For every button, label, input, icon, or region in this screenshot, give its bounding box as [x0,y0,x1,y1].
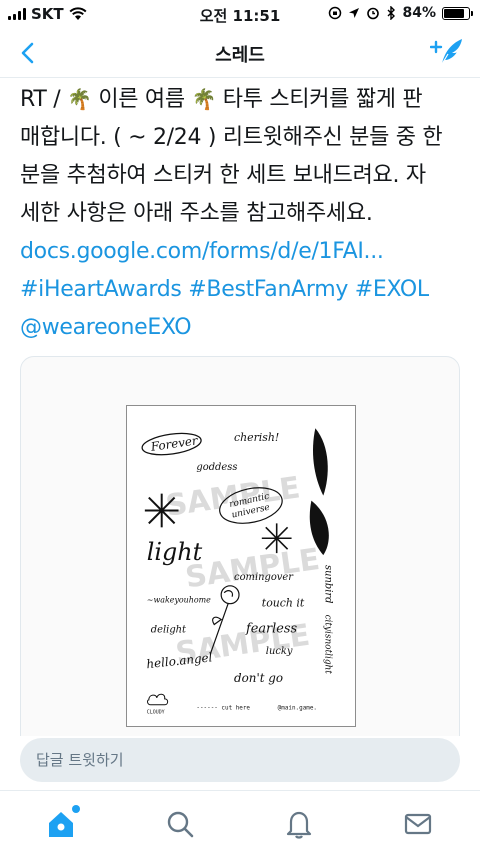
sticker-word: don't go [234,671,283,685]
reply-bar: 답글 트윗하기 [0,736,480,784]
bottom-tab-bar [0,790,480,854]
battery-percent: 84% [402,5,436,21]
watermark-text: SAMPLE [183,542,322,595]
tweet-line: 매합니다. ( ~ 2/24 ) 리트윗해주신 분들 중 한 [20,125,443,150]
starburst-sticker [144,493,179,528]
sticker-word: comingover [234,572,294,583]
tweet-text-segment: 이른 여름 [91,87,192,112]
tweet-line: 분을 추첨하여 스티커 한 세트 보내드려요. 자 [20,163,426,188]
bell-icon [286,811,312,839]
tab-search[interactable] [163,807,197,841]
sticker-word: cherish! [234,431,279,444]
orientation-lock-icon [329,6,342,20]
cut-here-label: ------ cut here [196,705,250,712]
tab-notifications[interactable] [282,807,316,841]
page-title: 스레드 [215,45,265,66]
sticker-word: delight [151,624,186,635]
palm-tree-emoji: 🌴 [67,87,92,111]
tweet-text-segment: RT / [20,87,68,112]
bluetooth-icon [387,6,396,20]
sticker-sheet-drawing: SAMPLE SAMPLE SAMPLE Forever cherish! go… [141,428,333,716]
sticker-word: fearless [245,621,298,636]
tab-messages[interactable] [401,807,435,841]
navigation-bar: 스레드 [0,28,480,78]
search-icon [167,811,194,838]
tweet-mention-link[interactable]: @weareoneEXO [20,309,468,347]
sheet-handle-label: @main.game. [278,705,317,712]
status-bar: SKT 오전 11:51 84% [0,0,480,28]
sticker-word: lucky [266,646,293,657]
status-right: 84% [328,5,473,21]
sticker-sheet-image[interactable]: SAMPLE SAMPLE SAMPLE Forever cherish! go… [126,405,356,727]
reply-input[interactable]: 답글 트윗하기 [20,738,460,782]
cloud-logo-icon [147,693,169,706]
sticker-word: goddess [196,462,237,473]
sticker-word: Forever [149,433,200,454]
sticker-word: light [147,538,203,566]
alarm-icon [367,7,380,20]
tweet-hashtags-link[interactable]: #iHeartAwards #BestFanArmy #EXOL [20,271,468,309]
feather-sticker [309,428,329,556]
tweet-url-link[interactable]: docs.google.com/forms/d/e/1FAI... [20,233,468,271]
sticker-word: cityisnotlight [322,615,332,675]
sheet-brand-text: CLOUDY [147,710,165,716]
tweet-line: RT / 🌴 이른 여름 🌴 타투 스티커를 짧게 판 [20,80,468,119]
sticker-word: ~wakeyouhome [147,596,211,605]
starburst-sticker [261,523,292,554]
sticker-word: touch it [262,597,305,610]
battery-icon [442,6,473,20]
tab-home[interactable] [44,805,80,841]
new-content-dot [72,805,80,813]
sticker-word: sunbird [322,565,333,603]
palm-tree-emoji: 🌴 [191,87,217,111]
tweet-text-segment: 타투 스티커를 짧게 판 [216,87,423,112]
compose-tweet-icon[interactable] [430,36,464,68]
tweet-line: 세한 사항은 아래 주소를 참고해주세요. [20,201,373,226]
location-icon [349,8,360,18]
tweet-text: RT / 🌴 이른 여름 🌴 타투 스티커를 짧게 판 매합니다. ( ~ 2/… [20,80,468,347]
tweet-media-card[interactable]: SAMPLE SAMPLE SAMPLE Forever cherish! go… [20,356,460,756]
mail-icon [404,813,432,835]
